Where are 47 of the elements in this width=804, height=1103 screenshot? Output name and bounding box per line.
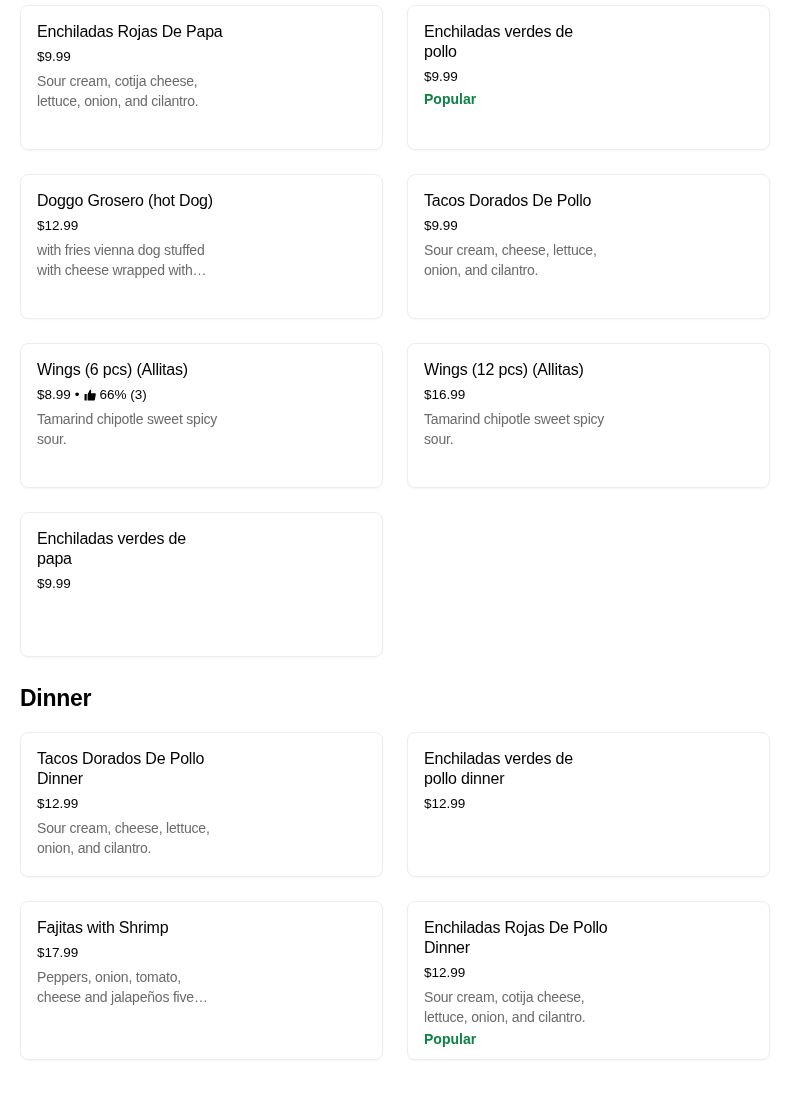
item-price: $9.99 (37, 575, 71, 593)
popular-label: Popular (424, 1030, 477, 1049)
item-name: Tacos Dorados De Pollo Dinner (37, 749, 206, 789)
item-price: $9.99 (424, 217, 458, 235)
menu-item-card[interactable]: Wings (6 pcs) (Allitas) $8.99 • 66% (3) Tamarind chipotle sweet spicy sour. (20, 343, 383, 488)
item-name: Wings (6 pcs) (Allitas) (37, 360, 189, 380)
item-price: $17.99 (37, 944, 79, 962)
separator-dot: • (74, 386, 80, 404)
item-name: Enchiladas verdes de pollo (424, 22, 574, 62)
item-price: $12.99 (37, 795, 79, 813)
item-price: $9.99 (424, 68, 458, 86)
menu-item-card[interactable]: Wings (12 pcs) (Allitas) $16.99 Tamarind chipotle sweet spicy sour. (407, 343, 770, 488)
menu-item-card[interactable]: Tacos Dorados De Pollo Dinner $12.99 Sour cream, cheese, lettuce, onion, and cilantro. (20, 732, 383, 877)
item-price: $16.99 (424, 386, 466, 404)
item-description: Sour cream, cheese, lettuce, onion, and cilantro. (424, 241, 598, 280)
item-description: Tamarind chipotle sweet spicy sour. (37, 410, 219, 449)
item-description: Peppers, onion, tomato, cheese and jalapeños five… (37, 968, 209, 1007)
menu-item-card[interactable]: Tacos Dorados De Pollo $9.99 Sour cream, cheese, lettuce, onion, and cilantro. (407, 174, 770, 319)
item-price: $8.99 (37, 386, 71, 404)
item-price: $12.99 (424, 795, 466, 813)
menu-item-card[interactable]: Doggo Grosero (hot Dog) $12.99 with fries vienna dog stuffed with cheese wrapped with… (20, 174, 383, 319)
item-price: $12.99 (424, 964, 466, 982)
item-name: Enchiladas Rojas De Pollo Dinner (424, 918, 609, 958)
item-description: Sour cream, cheese, lettuce, onion, and cilantro. (37, 819, 211, 858)
item-price: $12.99 (37, 217, 79, 235)
menu-item-card[interactable]: Fajitas with Shrimp $17.99 Peppers, onion, tomato, cheese and jalapeños five… (20, 901, 383, 1060)
item-name: Doggo Grosero (hot Dog) (37, 191, 214, 211)
item-name: Fajitas with Shrimp (37, 918, 170, 938)
item-description: Sour cream, cotija cheese, lettuce, onion, and cilantro. (424, 988, 587, 1027)
menu-item-card[interactable]: Enchiladas verdes de papa $9.99 (20, 512, 383, 657)
thumbs-up-icon (83, 389, 96, 401)
item-description: Sour cream, cotija cheese, lettuce, onion, and cilantro. (37, 72, 200, 111)
item-rating: 66% (3) (99, 386, 147, 404)
item-name: Enchiladas verdes de papa (37, 529, 187, 569)
menu-item-card[interactable]: Enchiladas verdes de pollo $9.99 Popular (407, 5, 770, 150)
item-description: with fries vienna dog stuffed with cheese wrapped with… (37, 241, 208, 280)
item-name: Enchiladas verdes de pollo dinner (424, 749, 574, 789)
item-name: Wings (12 pcs) (Allitas) (424, 360, 585, 380)
item-description: Tamarind chipotle sweet spicy sour. (424, 410, 606, 449)
item-name: Enchiladas Rojas De Papa (37, 22, 223, 42)
menu-item-card[interactable]: Enchiladas Rojas De Papa $9.99 Sour cream, cotija cheese, lettuce, onion, and cilantro. (20, 5, 383, 150)
item-name: Tacos Dorados De Pollo (424, 191, 593, 211)
menu-item-card[interactable]: Enchiladas Rojas De Pollo Dinner $12.99 Sour cream, cotija cheese, lettuce, onion, and cilantro. Popular (407, 901, 770, 1060)
popular-label: Popular (424, 90, 477, 109)
section-title: Dinner (20, 685, 93, 712)
menu-item-card[interactable]: Enchiladas verdes de pollo dinner $12.99 (407, 732, 770, 877)
item-price: $9.99 (37, 48, 71, 66)
